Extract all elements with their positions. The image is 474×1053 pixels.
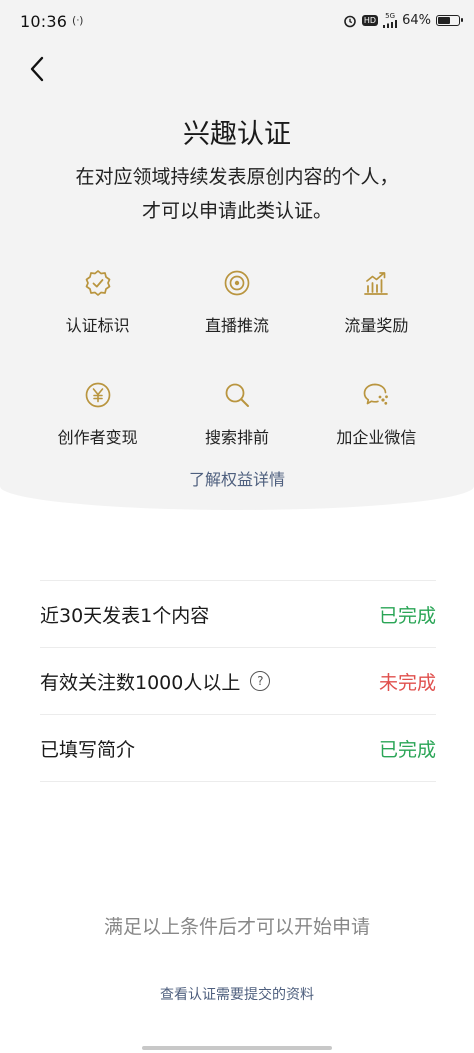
status-bar: 10:36 (ᐧ) HD 5G 64% xyxy=(0,0,474,44)
requirement-label: 有效关注数1000人以上 ? xyxy=(40,668,271,695)
benefit-item: 认证标识 xyxy=(28,268,167,336)
signal-5g-icon: 5G xyxy=(383,12,398,28)
benefit-label: 创作者变现 xyxy=(57,428,138,447)
benefit-label: 直播推流 xyxy=(204,316,269,335)
back-button[interactable] xyxy=(24,52,54,86)
benefit-item: 流量奖励 xyxy=(307,268,446,336)
badge-check-icon xyxy=(85,270,111,296)
search-icon xyxy=(225,383,249,407)
learn-more-link[interactable]: 了解权益详情 xyxy=(0,466,474,490)
benefit-label: 搜索排前 xyxy=(204,428,269,447)
home-indicator[interactable] xyxy=(142,1046,332,1050)
requirement-status: 已完成 xyxy=(378,738,436,761)
wecom-chat-icon xyxy=(363,383,389,405)
traffic-chart-icon xyxy=(364,272,389,295)
requirement-text: 有效关注数1000人以上 xyxy=(40,671,241,694)
subtitle-line-2: 才可以申请此类认证。 xyxy=(141,200,332,222)
requirement-label: 已填写简介 xyxy=(40,735,135,762)
hd-icon: HD xyxy=(361,15,379,26)
benefit-item: 直播推流 xyxy=(167,268,306,336)
benefit-label: 认证标识 xyxy=(65,316,130,335)
yuan-coin-icon xyxy=(85,382,111,408)
requirement-status: 已完成 xyxy=(378,604,436,627)
requirement-label: 近30天发表1个内容 xyxy=(40,601,209,628)
status-time: 10:36 xyxy=(20,12,68,31)
requirement-row: 已填写简介 已完成 xyxy=(40,715,436,782)
status-right-group: HD 5G 64% xyxy=(343,12,463,28)
condition-text: 满足以上条件后才可以开始申请 xyxy=(103,916,370,938)
requirements-list: 近30天发表1个内容 已完成 有效关注数1000人以上 ? 未完成 已填写简介 … xyxy=(40,580,436,782)
live-broadcast-icon xyxy=(224,270,250,296)
battery-percent: 64% xyxy=(402,13,431,28)
benefit-item: 搜索排前 xyxy=(167,380,306,448)
view-materials-link[interactable]: 查看认证需要提交的资料 xyxy=(0,984,474,1004)
nfc-icon: (ᐧ) xyxy=(72,14,84,27)
help-icon[interactable]: ? xyxy=(250,671,271,691)
battery-fill xyxy=(438,17,451,24)
benefit-item: 加企业微信 xyxy=(307,380,446,448)
alarm-icon xyxy=(343,14,357,28)
battery-icon xyxy=(436,15,463,26)
benefit-item: 创作者变现 xyxy=(28,380,167,448)
page-title: 兴趣认证 xyxy=(183,119,291,150)
subtitle-line-1: 在对应领域持续发表原创内容的个人， xyxy=(75,166,399,188)
requirement-row: 有效关注数1000人以上 ? 未完成 xyxy=(40,648,436,715)
requirement-status: 未完成 xyxy=(378,671,436,694)
benefits-grid: 认证标识 直播推流 流量奖励 创作者变现 搜索排前 加企业微信 xyxy=(28,268,446,448)
benefit-label: 流量奖励 xyxy=(344,316,409,335)
page: 10:36 (ᐧ) HD 5G 64% 兴趣认证 在对应领域持续发表原创内容的个… xyxy=(0,0,474,1053)
chevron-left-icon xyxy=(30,56,44,82)
requirement-text: 已填写简介 xyxy=(40,738,136,761)
requirement-text: 近30天发表1个内容 xyxy=(40,604,210,627)
requirement-row: 近30天发表1个内容 已完成 xyxy=(40,581,436,648)
benefit-label: 加企业微信 xyxy=(336,428,417,447)
network-type: 5G xyxy=(385,12,396,20)
page-subtitle: 在对应领域持续发表原创内容的个人， 才可以申请此类认证。 xyxy=(0,160,474,228)
